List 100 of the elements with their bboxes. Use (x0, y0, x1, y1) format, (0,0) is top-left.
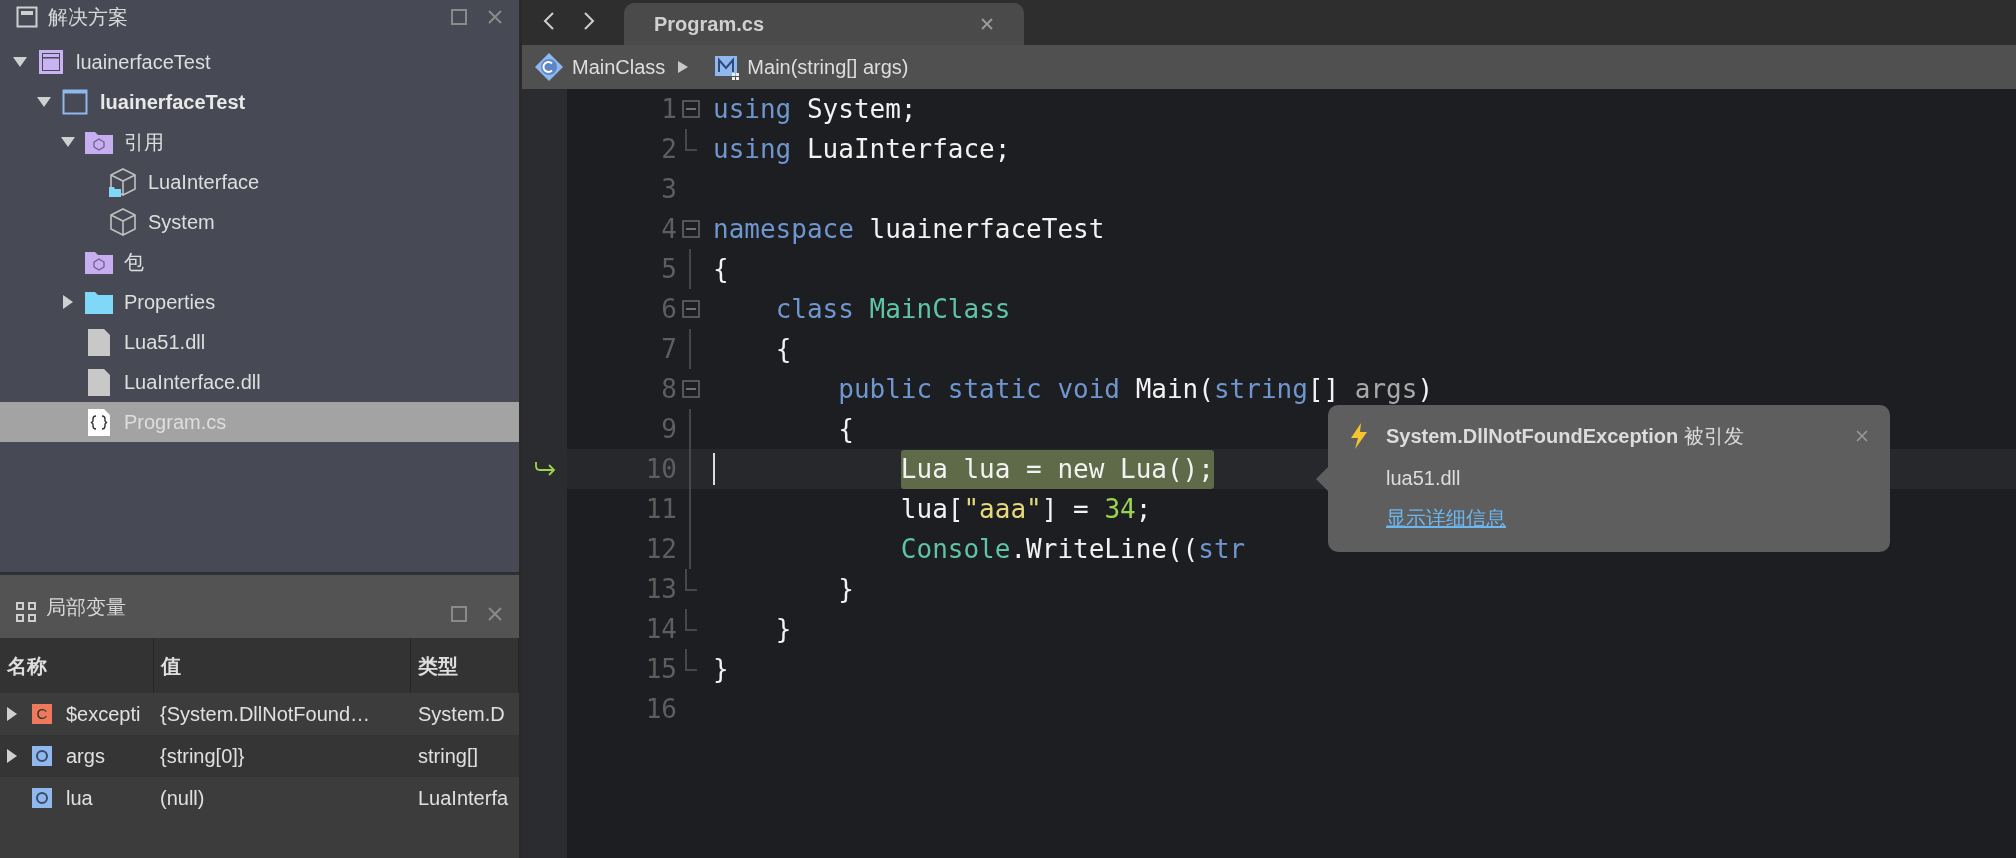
package-folder-icon (85, 130, 113, 154)
table-cell-text: System.D (418, 702, 505, 727)
code-line: namespace luainerfaceTest (713, 212, 1105, 246)
line-number: 12 (644, 532, 677, 566)
maximize-icon[interactable] (451, 9, 467, 25)
code-line: { (713, 252, 729, 286)
tree-item-label: Lua51.dll (124, 330, 206, 355)
tree-item-label: Program.cs (124, 410, 227, 435)
table-cell-text: (null) (160, 786, 205, 811)
tree-item-label: LuaInterface.dll (124, 370, 261, 395)
expanded-arrow-icon[interactable] (36, 96, 52, 108)
breadcrumb-item[interactable]: Main(string[] args) (747, 52, 909, 82)
line-number: 15 (644, 652, 677, 686)
tree-item-label: LuaInterface (148, 170, 260, 195)
code-line: { (838, 412, 854, 446)
tree-item[interactable]: System (0, 202, 519, 242)
tree-item-label: 引用 (124, 130, 164, 155)
table-cell-text: string[] (418, 744, 479, 769)
tree-item[interactable]: luainerfaceTest (0, 42, 519, 82)
code-line: } (838, 572, 854, 606)
editor-tab[interactable]: Program.cs (624, 3, 1024, 45)
method-icon (715, 54, 740, 80)
package-folder-icon (85, 250, 113, 274)
collapsed-arrow-icon[interactable] (6, 706, 18, 722)
tree-item-label: Properties (124, 290, 216, 315)
window-icon (62, 89, 88, 115)
tree-item-label: 包 (124, 250, 144, 275)
code-line: Console.WriteLine((str (900, 532, 1246, 566)
line-number: 14 (644, 612, 677, 646)
code-line: class MainClass (775, 292, 1011, 326)
expanded-arrow-icon[interactable] (60, 136, 76, 148)
table-cell-text: args (66, 744, 105, 769)
table-cell-text: $excepti (66, 702, 141, 727)
close-icon[interactable] (487, 9, 503, 25)
forward-icon[interactable] (582, 11, 596, 31)
line-number: 2 (660, 132, 677, 166)
file-icon (87, 328, 111, 356)
tree-item[interactable]: 引用 (0, 122, 519, 162)
panel-icon (16, 6, 38, 28)
line-number: 16 (644, 692, 677, 726)
collapsed-arrow-icon[interactable] (6, 748, 18, 764)
maximize-icon[interactable] (451, 606, 467, 622)
line-number: 3 (660, 172, 677, 206)
panel-title: 解决方案 (48, 5, 128, 30)
object-icon (32, 746, 52, 766)
class-icon (534, 52, 564, 82)
tree-item[interactable]: Properties (0, 282, 519, 322)
line-number: 5 (660, 252, 677, 286)
code-line: { (775, 332, 792, 366)
fold-icon[interactable] (682, 300, 700, 318)
code-line: } (713, 652, 729, 686)
table-cell-text: LuaInterfa (418, 786, 509, 811)
popup-title: System.DllNotFoundException 被引发 (1386, 424, 1744, 449)
tree-item-label: System (148, 210, 215, 235)
tree-item-label: luainerfaceTest (76, 50, 211, 75)
code-line: using LuaInterface; (713, 132, 1011, 166)
line-number: 13 (644, 572, 677, 606)
collapsed-arrow-icon[interactable] (62, 294, 74, 310)
close-icon[interactable] (1856, 430, 1868, 442)
table-cell-text: lua (66, 786, 93, 811)
table-row[interactable]: args {string[0]} string[] (0, 735, 519, 777)
window-icon (38, 49, 64, 75)
code-line: } (775, 612, 792, 646)
line-number: 9 (660, 412, 677, 446)
line-number: 6 (660, 292, 677, 326)
tree-item[interactable]: luainerfaceTest (0, 82, 519, 122)
tree-item-label: luainerfaceTest (100, 90, 246, 115)
line-number: 1 (660, 92, 677, 126)
fold-icon[interactable] (682, 220, 700, 238)
line-number: 8 (660, 372, 677, 406)
cube-icon (109, 167, 137, 197)
expanded-arrow-icon[interactable] (12, 56, 28, 68)
object-icon (32, 788, 52, 808)
code-file-icon (87, 408, 111, 436)
lightning-icon (1350, 423, 1368, 449)
cube-icon (109, 207, 137, 237)
code-line: using System; (713, 92, 917, 126)
folder-icon (85, 290, 113, 314)
tree-item[interactable]: Lua51.dll (0, 322, 519, 362)
tree-item[interactable]: LuaInterface.dll (0, 362, 519, 402)
panel-title: 局部变量 (46, 595, 126, 620)
back-icon[interactable] (542, 11, 556, 31)
breadcrumb-item[interactable]: MainClass (572, 52, 666, 82)
highlighted-statement: Lua lua = new Lua(); (900, 449, 1214, 489)
line-number: 4 (660, 212, 677, 246)
close-icon[interactable] (487, 606, 503, 622)
line-number: 11 (644, 492, 677, 526)
table-cell-text: {string[0]} (160, 744, 245, 769)
tree-item[interactable]: 包 (0, 242, 519, 282)
fold-icon[interactable] (682, 100, 700, 118)
file-icon (87, 368, 111, 396)
tree-item[interactable]: LuaInterface (0, 162, 519, 202)
separator-arrow-icon (677, 60, 690, 74)
fold-icon[interactable] (682, 380, 700, 398)
grid-icon (16, 602, 36, 622)
class-icon: C (32, 704, 52, 724)
exception-message: lua51.dll (1386, 466, 1461, 491)
close-icon[interactable] (980, 17, 994, 31)
code-line: lua["aaa"] = 34; (900, 492, 1152, 526)
code-line: public static void Main(string[] args) (838, 372, 1434, 406)
